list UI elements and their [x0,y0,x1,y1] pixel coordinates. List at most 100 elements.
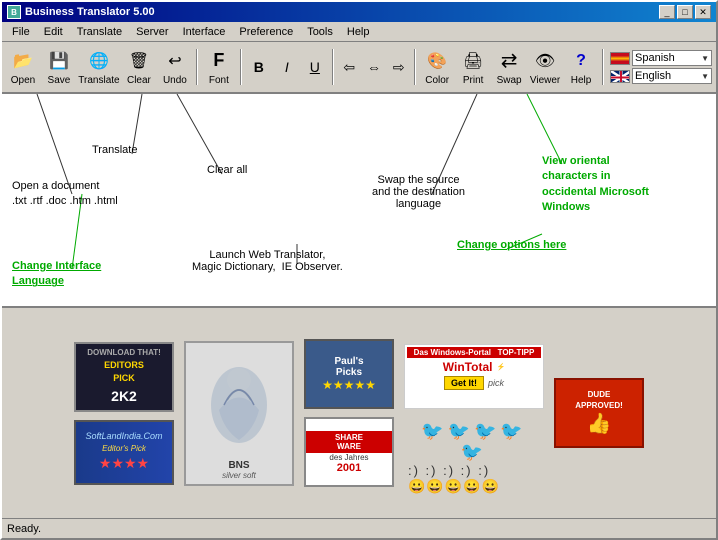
menu-bar: File Edit Translate Server Interface Pre… [2,22,716,42]
editors-pick-badge: DOWNLOAD THAT! EDITORSPICK 2K2 [74,342,174,412]
menu-help[interactable]: Help [341,24,376,40]
faces-row: :) :) :) :) :) [408,463,490,478]
translate-button[interactable]: Translate [78,45,120,89]
menu-interface[interactable]: Interface [177,24,232,40]
title-bar-left: B Business Translator 5.00 [7,5,155,19]
swap-annotation: Swap the sourceand the destinationlangua… [372,174,465,210]
interface-annotation: Change InterfaceLanguage [12,259,101,290]
title-bar: B Business Translator 5.00 _ □ ✕ [2,2,716,22]
language-selector: Spanish ▼ English [610,50,712,84]
menu-file[interactable]: File [6,24,36,40]
spain-flag-icon [610,52,630,65]
align-right-button[interactable]: ⇨ [387,45,410,89]
status-text: Ready. [7,523,41,535]
source-lang-value: Spanish [635,52,675,64]
swap-button[interactable]: Swap [492,45,526,89]
align-center-button[interactable]: ⇔ [363,45,386,89]
clear-button[interactable]: Clear [122,45,156,89]
font-button[interactable]: Font [202,45,236,89]
open-button[interactable]: Open [6,45,40,89]
align-center-icon: ⇔ [367,59,381,75]
undo-icon [163,49,187,73]
menu-tools[interactable]: Tools [301,24,339,40]
print-icon [461,49,485,73]
clear-icon [127,49,151,73]
menu-server[interactable]: Server [130,24,174,40]
softland-badge: SoftLandIndia.Com Editor's Pick ★★★★ [74,420,174,485]
dest-lang-row: English ▼ [610,68,712,84]
dude-approved-badge: DUDEAPPROVED! 👍 [554,378,644,448]
preference-annotation: Change options here [457,239,566,251]
translate-icon [87,49,111,73]
toolbar: Open Save Translate Clear Undo Font [2,42,716,94]
cartoon-faces-row: 😀😀😀😀😀 [408,478,500,495]
print-label: Print [463,75,484,86]
viewer-icon [533,49,557,73]
swap-label: Swap [497,75,522,86]
bns-badge: BNS silver soft [184,341,294,486]
main-content: Open a document.txt .rtf .doc .htm .html… [2,94,716,518]
menu-edit[interactable]: Edit [38,24,69,40]
annotation-area: Open a document.txt .rtf .doc .htm .html… [2,94,716,308]
open-label: Open [11,75,35,86]
menu-translate[interactable]: Translate [71,24,128,40]
undo-label: Undo [163,75,187,86]
save-icon [47,49,71,73]
badge-col-3: Paul's Picks ★★★★★ SHAREWARE des Jahres … [304,339,394,487]
clear-annotation: Clear all [207,164,247,176]
underline-button[interactable] [302,45,328,89]
help-icon [569,49,593,73]
main-window: B Business Translator 5.00 _ □ ✕ File Ed… [0,0,718,540]
swap-icon [497,49,521,73]
badge-area: DOWNLOAD THAT! EDITORSPICK 2K2 SoftLandI… [2,308,716,518]
toolbar-sep-2 [240,49,242,85]
save-label: Save [48,75,71,86]
print-button[interactable]: Print [456,45,490,89]
smiley-row: 🐦🐦🐦🐦🐦 [408,421,540,463]
translate-annotation: Translate [92,144,137,156]
open-annotation: Open a document.txt .rtf .doc .htm .html [12,179,118,210]
help-label: Help [571,75,592,86]
italic-button[interactable] [274,45,300,89]
viewer-label: Viewer [530,75,560,86]
close-button[interactable]: ✕ [695,5,711,19]
uk-flag-icon [610,70,630,83]
align-right-icon: ⇨ [393,59,405,76]
bold-icon [247,55,271,79]
toolbar-sep-5 [602,49,604,85]
web-annotation: Launch Web Translator,Magic Dictionary, … [192,249,343,273]
open-icon [11,49,35,73]
source-language-dropdown[interactable]: Spanish ▼ [632,50,712,66]
window-title: Business Translator 5.00 [25,6,155,18]
font-icon [207,49,231,73]
bold-button[interactable] [246,45,272,89]
align-left-icon: ⇦ [343,59,355,76]
badge-col-4: Das Windows-Portal TOP-TIPP WinTotal ⚡ G… [404,344,544,482]
align-left-button[interactable]: ⇦ [338,45,361,89]
translate-label: Translate [78,75,119,86]
help-button[interactable]: Help [564,45,598,89]
viewer-button[interactable]: Viewer [528,45,562,89]
underline-icon [303,55,327,79]
title-buttons: _ □ ✕ [659,5,711,19]
clear-label: Clear [127,75,151,86]
dest-language-dropdown[interactable]: English ▼ [632,68,712,84]
color-button[interactable]: Color [420,45,454,89]
pauls-picks-badge: Paul's Picks ★★★★★ [304,339,394,409]
toolbar-sep-4 [414,49,416,85]
dest-lang-value: English [635,70,671,82]
smileys-badge: 🐦🐦🐦🐦🐦 :) :) :) :) :) 😀😀😀😀😀 [404,417,544,482]
menu-preference[interactable]: Preference [233,24,299,40]
save-button[interactable]: Save [42,45,76,89]
minimize-button[interactable]: _ [659,5,675,19]
undo-button[interactable]: Undo [158,45,192,89]
dest-dropdown-arrow: ▼ [701,72,709,81]
status-bar: Ready. [2,518,716,538]
badge-col-1: DOWNLOAD THAT! EDITORSPICK 2K2 SoftLandI… [74,342,174,485]
color-label: Color [425,75,449,86]
maximize-button[interactable]: □ [677,5,693,19]
shareware-badge: SHAREWARE des Jahres 2001 [304,417,394,487]
toolbar-sep-1 [196,49,198,85]
app-icon: B [7,5,21,19]
viewer-annotation: View orientalcharacters inoccidental Mic… [542,154,649,216]
